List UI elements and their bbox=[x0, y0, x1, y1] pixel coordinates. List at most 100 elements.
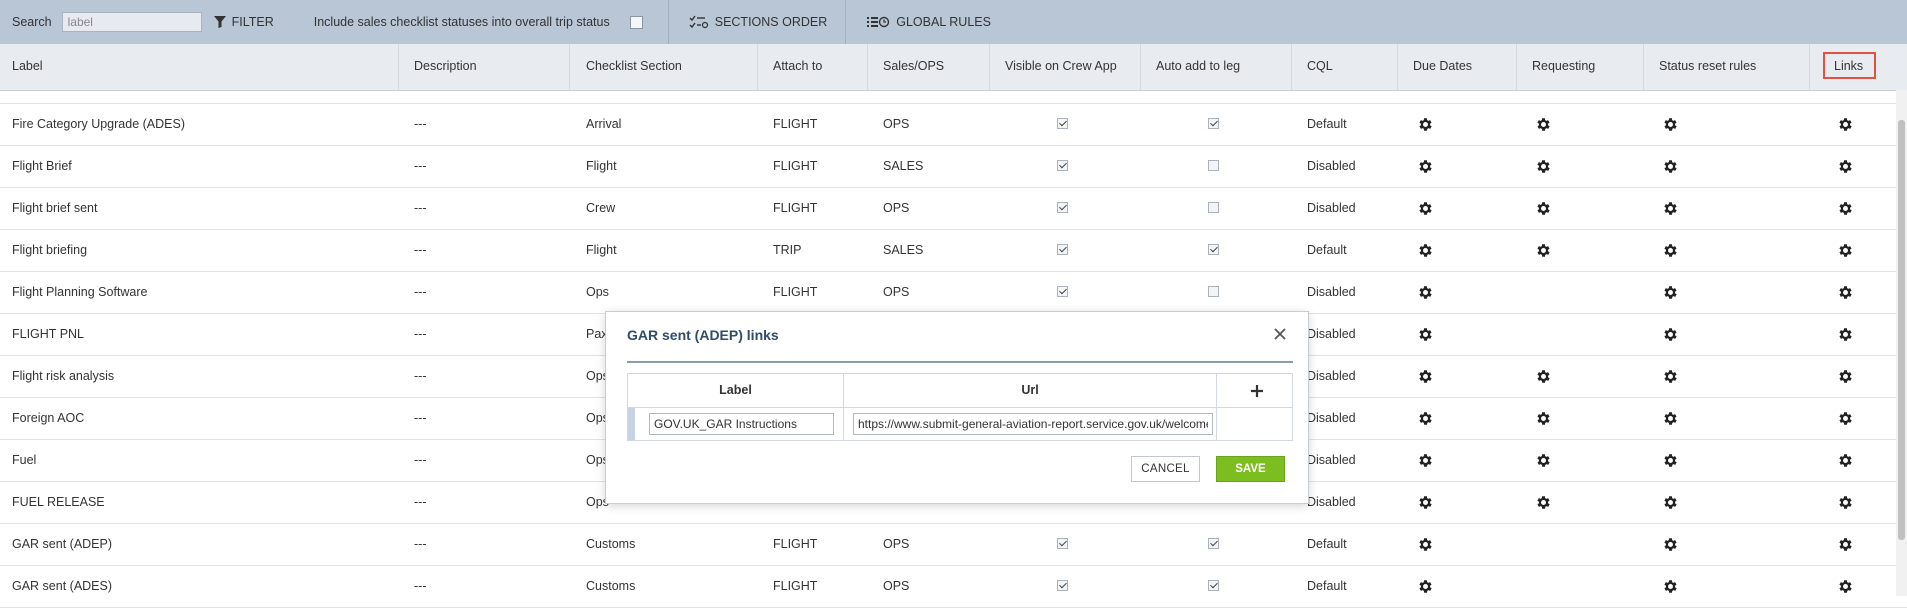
table-row[interactable]: Flight briefing --- Flight TRIP SALES Default bbox=[0, 230, 1907, 272]
col-header-attach-to[interactable]: Attach to bbox=[773, 44, 822, 90]
links-gear-icon[interactable] bbox=[1837, 242, 1854, 259]
col-header-due-dates[interactable]: Due Dates bbox=[1413, 44, 1472, 90]
column-divider bbox=[1397, 44, 1398, 90]
cell-sales-ops: OPS bbox=[883, 201, 910, 215]
requesting-gear-icon[interactable] bbox=[1535, 368, 1552, 385]
include-sales-checkbox[interactable] bbox=[629, 15, 643, 29]
links-gear-icon[interactable] bbox=[1837, 158, 1854, 175]
status-reset-gear-icon[interactable] bbox=[1662, 536, 1679, 553]
due-dates-gear-icon[interactable] bbox=[1417, 242, 1434, 259]
due-dates-gear-icon[interactable] bbox=[1417, 410, 1434, 427]
visible-crew-app-checkbox[interactable] bbox=[1057, 118, 1068, 129]
visible-crew-app-checkbox[interactable] bbox=[1057, 202, 1068, 213]
status-reset-gear-icon[interactable] bbox=[1662, 242, 1679, 259]
due-dates-gear-icon[interactable] bbox=[1417, 578, 1434, 595]
status-reset-gear-icon[interactable] bbox=[1662, 200, 1679, 217]
row-drag-handle[interactable] bbox=[628, 408, 635, 440]
requesting-gear-icon[interactable] bbox=[1535, 158, 1552, 175]
status-reset-gear-icon[interactable] bbox=[1662, 494, 1679, 511]
plus-icon[interactable] bbox=[1249, 383, 1265, 399]
visible-crew-app-checkbox[interactable] bbox=[1057, 160, 1068, 171]
vertical-scrollbar[interactable] bbox=[1896, 90, 1907, 596]
link-url-input[interactable] bbox=[853, 413, 1213, 435]
requesting-gear-icon[interactable] bbox=[1535, 116, 1552, 133]
status-reset-gear-icon[interactable] bbox=[1662, 326, 1679, 343]
requesting-gear-icon[interactable] bbox=[1535, 494, 1552, 511]
status-reset-gear-icon[interactable] bbox=[1662, 284, 1679, 301]
table-row[interactable]: GAR sent (ADES) --- Customs FLIGHT OPS Defaul… bbox=[0, 566, 1907, 608]
status-reset-gear-icon[interactable] bbox=[1662, 158, 1679, 175]
due-dates-gear-icon[interactable] bbox=[1417, 158, 1434, 175]
cell-cql: Disabled bbox=[1307, 369, 1356, 383]
search-input[interactable] bbox=[61, 12, 202, 32]
status-reset-gear-icon[interactable] bbox=[1662, 368, 1679, 385]
sections-order-button[interactable]: SECTIONS ORDER bbox=[689, 15, 828, 29]
links-gear-icon[interactable] bbox=[1837, 326, 1854, 343]
auto-add-checkbox[interactable] bbox=[1208, 580, 1219, 591]
col-header-visible-crew-app[interactable]: Visible on Crew App bbox=[1005, 44, 1117, 90]
status-reset-gear-icon[interactable] bbox=[1662, 578, 1679, 595]
visible-crew-app-checkbox[interactable] bbox=[1057, 538, 1068, 549]
links-gear-icon[interactable] bbox=[1837, 284, 1854, 301]
due-dates-gear-icon[interactable] bbox=[1417, 284, 1434, 301]
col-header-sales-ops[interactable]: Sales/OPS bbox=[883, 44, 944, 90]
auto-add-checkbox[interactable] bbox=[1208, 244, 1219, 255]
due-dates-gear-icon[interactable] bbox=[1417, 452, 1434, 469]
auto-add-checkbox[interactable] bbox=[1208, 160, 1219, 171]
column-divider bbox=[1516, 44, 1517, 90]
global-rules-button[interactable]: GLOBAL RULES bbox=[866, 15, 991, 29]
due-dates-gear-icon[interactable] bbox=[1417, 368, 1434, 385]
links-gear-icon[interactable] bbox=[1837, 200, 1854, 217]
auto-add-checkbox[interactable] bbox=[1208, 202, 1219, 213]
col-header-auto-add[interactable]: Auto add to leg bbox=[1156, 44, 1240, 90]
visible-crew-app-checkbox[interactable] bbox=[1057, 286, 1068, 297]
auto-add-checkbox[interactable] bbox=[1208, 118, 1219, 129]
column-divider bbox=[1643, 44, 1644, 90]
table-row[interactable]: Flight brief sent --- Crew FLIGHT OPS Disable… bbox=[0, 188, 1907, 230]
auto-add-checkbox[interactable] bbox=[1208, 538, 1219, 549]
requesting-gear-icon[interactable] bbox=[1535, 242, 1552, 259]
col-header-checklist-section[interactable]: Checklist Section bbox=[586, 44, 682, 90]
cell-cql: Disabled bbox=[1307, 327, 1356, 341]
link-label-input[interactable] bbox=[649, 413, 834, 435]
cell-label: Flight Planning Software bbox=[12, 285, 148, 299]
due-dates-gear-icon[interactable] bbox=[1417, 200, 1434, 217]
links-gear-icon[interactable] bbox=[1837, 536, 1854, 553]
table-row[interactable]: Flight Brief --- Flight FLIGHT SALES Disabled bbox=[0, 146, 1907, 188]
visible-crew-app-checkbox[interactable] bbox=[1057, 244, 1068, 255]
col-header-requesting[interactable]: Requesting bbox=[1532, 44, 1595, 90]
col-header-status-reset[interactable]: Status reset rules bbox=[1659, 44, 1756, 90]
scrollbar-thumb[interactable] bbox=[1898, 120, 1905, 540]
requesting-gear-icon[interactable] bbox=[1535, 200, 1552, 217]
col-header-cql[interactable]: CQL bbox=[1307, 44, 1333, 90]
filter-button[interactable]: FILTER bbox=[213, 15, 274, 29]
links-gear-icon[interactable] bbox=[1837, 116, 1854, 133]
due-dates-gear-icon[interactable] bbox=[1417, 536, 1434, 553]
due-dates-gear-icon[interactable] bbox=[1417, 116, 1434, 133]
status-reset-gear-icon[interactable] bbox=[1662, 116, 1679, 133]
status-reset-gear-icon[interactable] bbox=[1662, 452, 1679, 469]
cell-description: --- bbox=[414, 201, 427, 215]
links-gear-icon[interactable] bbox=[1837, 494, 1854, 511]
sections-order-label: SECTIONS ORDER bbox=[714, 15, 828, 29]
due-dates-gear-icon[interactable] bbox=[1417, 326, 1434, 343]
col-header-description[interactable]: Description bbox=[414, 44, 477, 90]
requesting-gear-icon[interactable] bbox=[1535, 452, 1552, 469]
cell-description: --- bbox=[414, 495, 427, 509]
cancel-button[interactable]: CANCEL bbox=[1131, 456, 1200, 482]
links-gear-icon[interactable] bbox=[1837, 578, 1854, 595]
visible-crew-app-checkbox[interactable] bbox=[1057, 580, 1068, 591]
status-reset-gear-icon[interactable] bbox=[1662, 410, 1679, 427]
save-button[interactable]: SAVE bbox=[1216, 456, 1285, 482]
table-row[interactable]: Flight Planning Software --- Ops FLIGHT OPS D… bbox=[0, 272, 1907, 314]
requesting-gear-icon[interactable] bbox=[1535, 410, 1552, 427]
close-icon[interactable] bbox=[1273, 327, 1287, 341]
links-gear-icon[interactable] bbox=[1837, 452, 1854, 469]
links-gear-icon[interactable] bbox=[1837, 410, 1854, 427]
table-row[interactable]: GAR sent (ADEP) --- Customs FLIGHT OPS Defaul… bbox=[0, 524, 1907, 566]
due-dates-gear-icon[interactable] bbox=[1417, 494, 1434, 511]
table-row[interactable]: Fire Category Upgrade (ADES) --- Arrival FL… bbox=[0, 104, 1907, 146]
auto-add-checkbox[interactable] bbox=[1208, 286, 1219, 297]
col-header-label[interactable]: Label bbox=[12, 44, 43, 90]
links-gear-icon[interactable] bbox=[1837, 368, 1854, 385]
